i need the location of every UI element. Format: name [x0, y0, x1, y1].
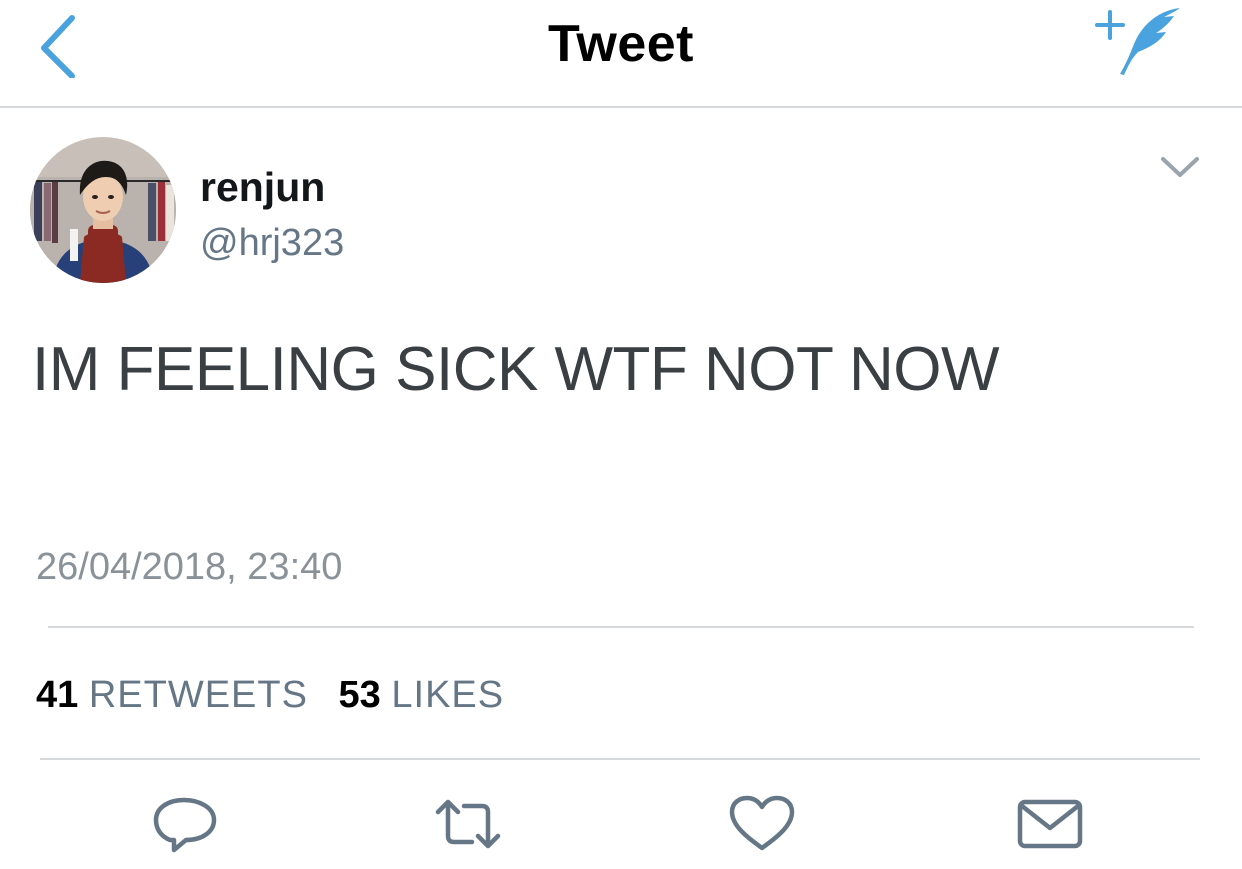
chevron-down-icon — [1161, 157, 1199, 177]
share-button[interactable] — [1014, 792, 1086, 856]
retweet-button[interactable] — [432, 792, 504, 856]
likes-label: LIKES — [391, 674, 505, 716]
compose-feather-icon — [1095, 8, 1180, 75]
reply-icon — [153, 797, 217, 853]
tweet-options-button[interactable] — [1155, 147, 1205, 187]
reply-button[interactable] — [150, 792, 222, 856]
retweets-count: 41 — [36, 674, 79, 716]
like-button[interactable] — [726, 792, 798, 856]
top-navigation-bar: Tweet — [0, 0, 1242, 108]
compose-tweet-button[interactable] — [1090, 2, 1190, 82]
retweet-icon — [435, 799, 501, 849]
divider — [40, 758, 1200, 760]
avatar[interactable] — [30, 137, 176, 283]
tweet-timestamp: 26/04/2018, 23:40 — [36, 546, 343, 588]
likes-stat[interactable]: 53 LIKES — [339, 674, 505, 717]
likes-count: 53 — [338, 674, 381, 716]
profile-photo — [30, 137, 176, 283]
retweets-stat[interactable]: 41 RETWEETS — [36, 674, 308, 717]
divider — [48, 626, 1194, 628]
engagement-stats: 41 RETWEETS 53 LIKES — [36, 674, 524, 717]
page-title: Tweet — [547, 15, 694, 73]
retweets-label: RETWEETS — [88, 674, 308, 716]
author-display-name[interactable]: renjun — [200, 164, 325, 211]
heart-icon — [729, 795, 795, 851]
author-handle[interactable]: @hrj323 — [200, 222, 344, 265]
envelope-icon — [1017, 799, 1083, 849]
tweet-text: IM FEELING SICK WTF NOT NOW — [32, 335, 1000, 404]
